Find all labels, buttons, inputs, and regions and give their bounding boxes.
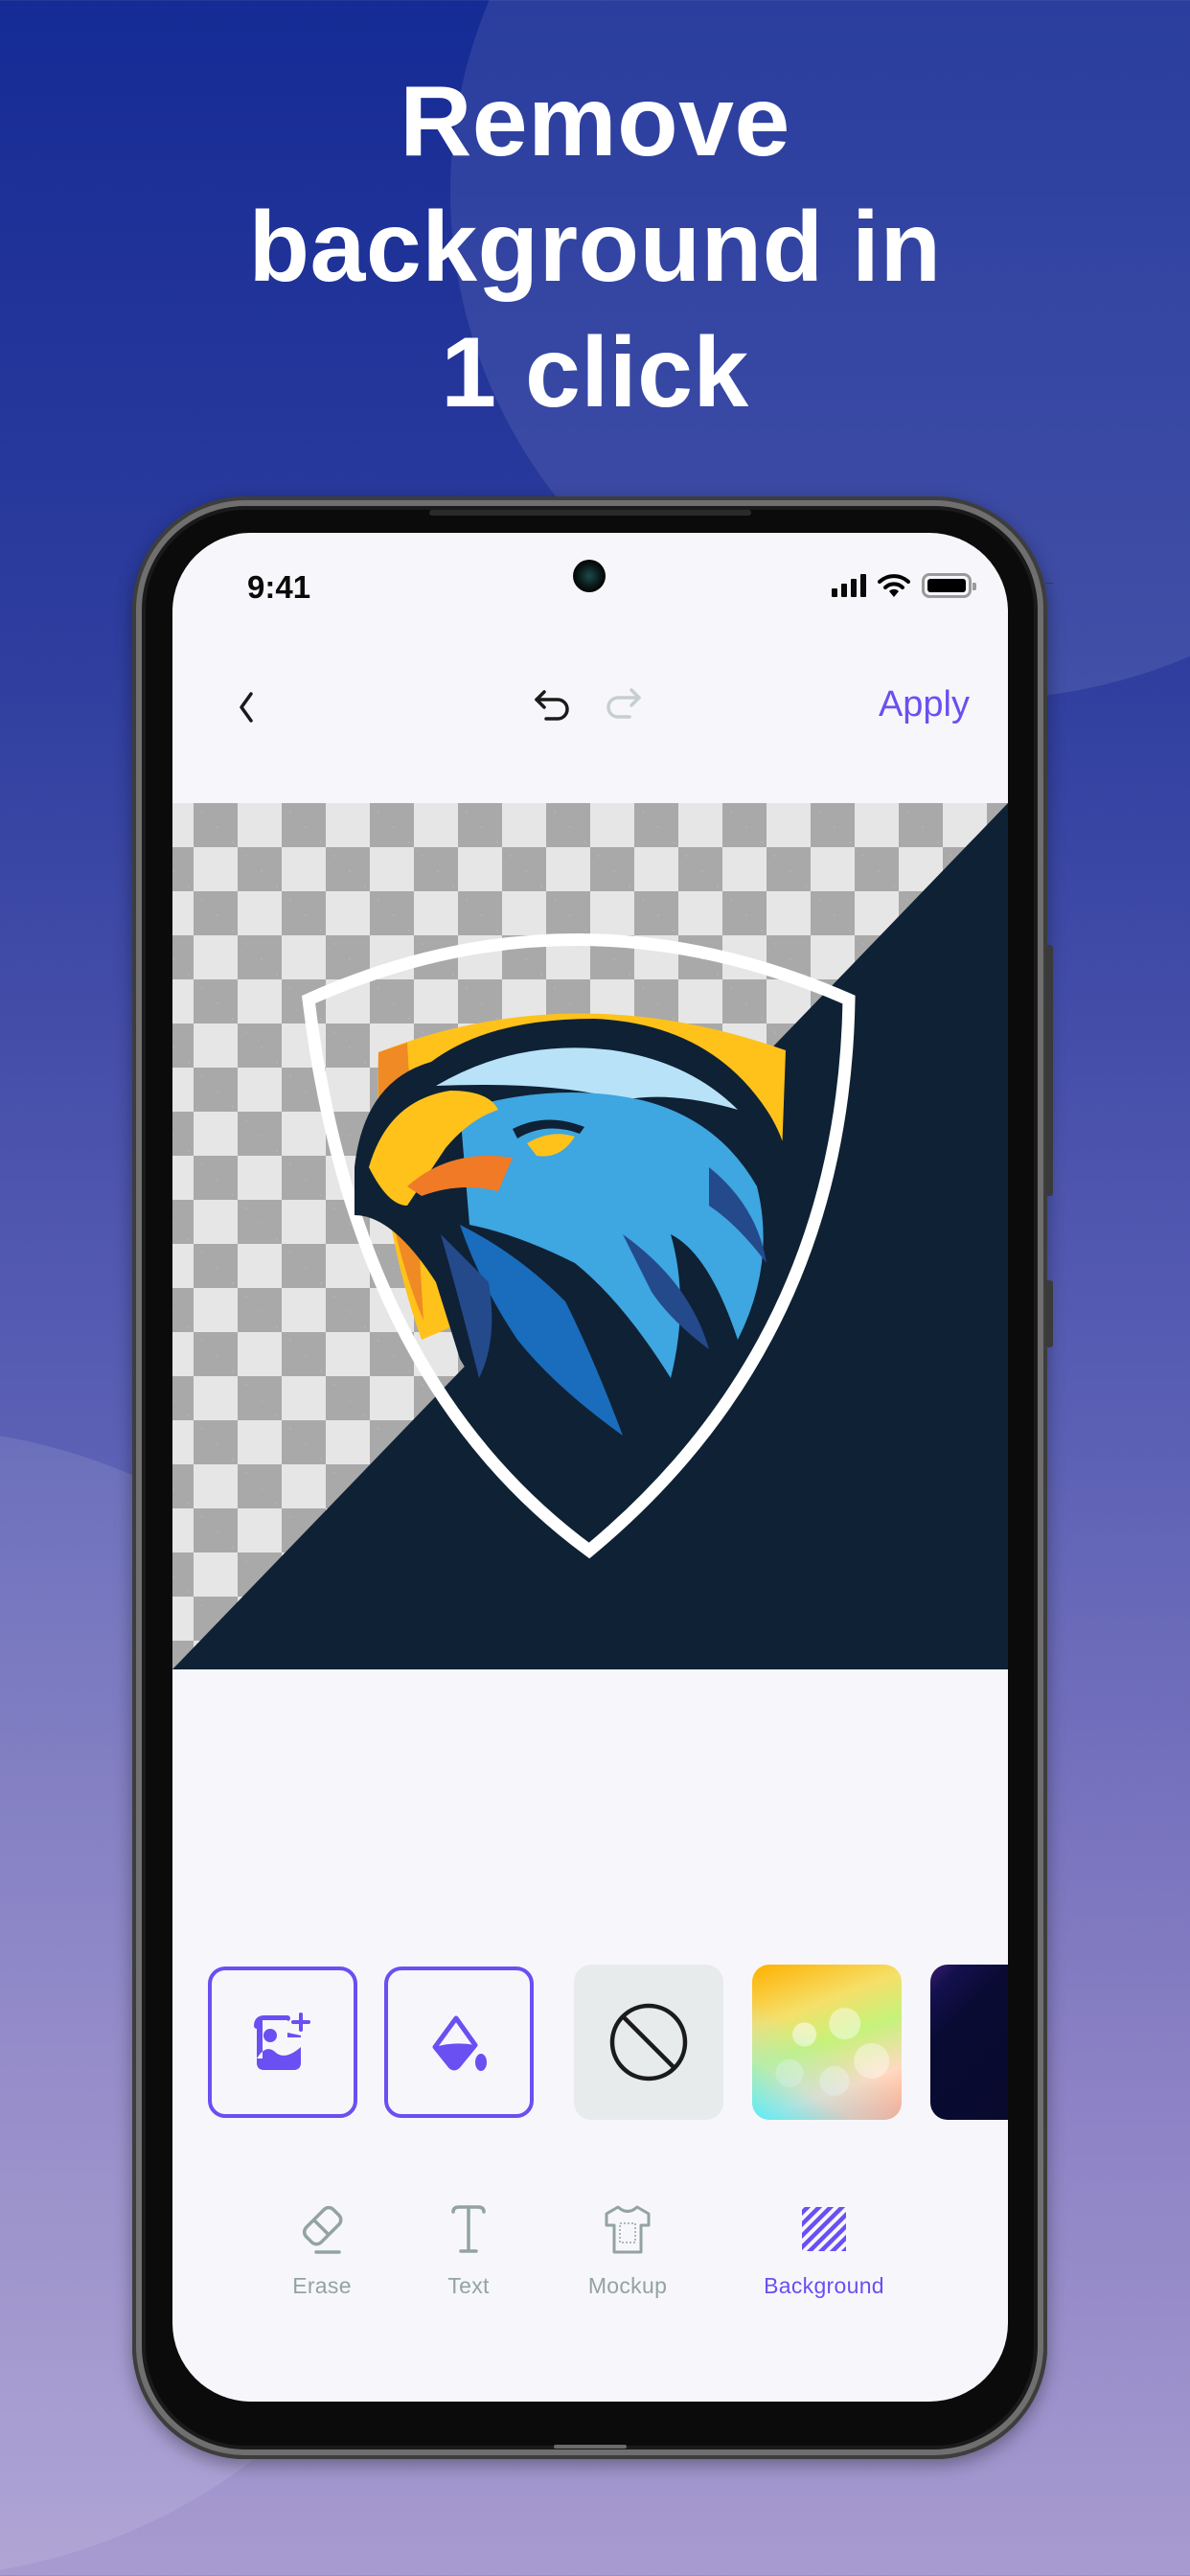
wifi-icon (878, 574, 910, 597)
apply-button[interactable]: Apply (879, 684, 970, 725)
tab-label: Text (447, 2273, 490, 2298)
color-fill-background-button[interactable] (384, 1966, 534, 2118)
eagle-logo-image (172, 803, 1008, 1669)
redo-button[interactable] (599, 684, 645, 726)
tab-background[interactable]: Background (747, 2200, 901, 2299)
bottom-tab-bar: Erase Text Mockup Background (172, 2200, 1008, 2325)
tshirt-icon (605, 2205, 651, 2254)
prohibited-icon (609, 2003, 688, 2082)
headline-line: Remove (400, 66, 790, 177)
phone-speaker (429, 510, 751, 516)
headline-line: 1 click (441, 317, 749, 428)
eraser-icon (302, 2205, 343, 2254)
signal-icon (832, 574, 866, 597)
add-image-background-button[interactable] (208, 1966, 357, 2118)
phone-side-button (1045, 583, 1053, 584)
front-camera (573, 560, 606, 592)
battery-icon (922, 573, 976, 598)
phone-bottom-detail (554, 2445, 627, 2449)
back-button[interactable] (230, 684, 264, 730)
tab-label: Mockup (587, 2273, 668, 2298)
phone-volume-button (1045, 945, 1053, 1196)
image-add-icon (254, 2012, 310, 2070)
undo-button[interactable] (531, 686, 577, 728)
background-options (208, 1965, 1008, 2120)
tab-label: Background (764, 2273, 884, 2298)
headline-line: background in (248, 192, 942, 303)
tab-text[interactable]: Text (392, 2200, 545, 2299)
promo-headline: Remove background in 1 click (0, 59, 1190, 436)
text-icon (451, 2205, 486, 2253)
no-background-button[interactable] (574, 1965, 723, 2120)
paint-bucket-icon (432, 2015, 487, 2071)
image-canvas[interactable] (172, 803, 1008, 1669)
bokeh-gradient-background-swatch[interactable] (752, 1965, 902, 2120)
status-time: 9:41 (247, 569, 311, 605)
tab-label: Erase (292, 2273, 352, 2298)
app-screen: 9:41 Apply Erase Text Mockup Background (172, 533, 1008, 2402)
phone-power-button (1045, 1280, 1053, 1347)
dark-background-swatch[interactable] (930, 1965, 1008, 2120)
background-hatch-icon (802, 2207, 846, 2251)
tab-mockup[interactable]: Mockup (551, 2200, 704, 2299)
tab-erase[interactable]: Erase (245, 2200, 399, 2299)
status-icons (832, 573, 976, 598)
